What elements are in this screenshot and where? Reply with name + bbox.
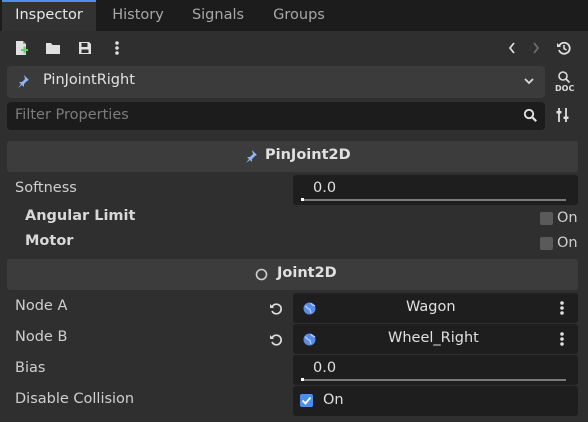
search-icon — [523, 108, 538, 127]
disable-collision-checkbox[interactable] — [300, 394, 313, 407]
inspector-panel: PinJointRight DOC Filter Properties PinJ… — [0, 31, 588, 422]
dock-tab-bar: Inspector History Signals Groups — [0, 0, 588, 31]
slider-grabber — [301, 378, 304, 381]
node-globe-icon — [302, 332, 317, 351]
more-vertical-icon[interactable] — [107, 38, 127, 58]
section-title: Joint2D — [277, 265, 337, 281]
motor-checkbox[interactable] — [540, 237, 553, 250]
bias-label: Bias — [15, 360, 46, 376]
chevron-down-icon[interactable] — [523, 75, 535, 91]
node-b-path-field[interactable]: Wheel_Right — [293, 324, 578, 354]
softness-label: Softness — [15, 180, 77, 196]
object-selector[interactable]: PinJointRight — [7, 66, 545, 98]
open-folder-icon[interactable] — [43, 38, 63, 58]
history-forward-icon[interactable] — [526, 38, 546, 58]
motor-on-label: On — [557, 235, 578, 251]
slider-track — [302, 379, 566, 381]
disable-collision-checkbox-field[interactable]: On — [293, 386, 578, 416]
bias-value: 0.0 — [313, 360, 337, 376]
angular-limit-checkbox[interactable] — [540, 212, 553, 225]
node-a-path-field[interactable]: Wagon — [293, 293, 578, 323]
doc-label: DOC — [555, 84, 575, 93]
motor-label: Motor — [25, 233, 74, 249]
node-circle-icon — [255, 268, 268, 285]
reload-icon[interactable] — [269, 333, 283, 351]
softness-slider[interactable]: 0.0 — [293, 175, 578, 205]
checkmark-icon — [301, 396, 312, 405]
node-a-label: Node A — [15, 298, 68, 314]
tab-history[interactable]: History — [100, 0, 176, 31]
filter-properties-input[interactable]: Filter Properties — [7, 102, 545, 130]
documentation-button[interactable]: DOC — [553, 69, 579, 97]
property-filter-options-icon[interactable] — [555, 107, 571, 127]
node-b-label: Node B — [15, 329, 68, 345]
disable-collision-on-label: On — [323, 392, 344, 408]
node-b-value: Wheel_Right — [388, 330, 479, 346]
disable-collision-label: Disable Collision — [15, 391, 135, 407]
section-header-joint2d[interactable]: Joint2D — [7, 259, 578, 290]
angular-limit-on-label: On — [557, 210, 578, 226]
slider-track — [302, 199, 566, 201]
save-icon[interactable] — [75, 38, 95, 58]
tab-inspector[interactable]: Inspector — [2, 0, 96, 31]
object-name: PinJointRight — [43, 72, 135, 88]
softness-value: 0.0 — [313, 180, 337, 196]
tab-groups[interactable]: Groups — [261, 0, 337, 31]
pin-icon — [244, 149, 258, 167]
tab-signals[interactable]: Signals — [180, 0, 256, 31]
slider-grabber — [301, 198, 304, 201]
new-resource-icon[interactable] — [11, 38, 31, 58]
history-back-icon[interactable] — [502, 38, 522, 58]
node-globe-icon — [302, 301, 317, 320]
node-a-value: Wagon — [406, 299, 456, 315]
section-title: PinJoint2D — [265, 147, 351, 163]
bias-slider[interactable]: 0.0 — [293, 355, 578, 385]
reload-icon[interactable] — [269, 302, 283, 320]
section-header-pinjoint2d[interactable]: PinJoint2D — [7, 141, 578, 172]
pin-icon — [16, 74, 30, 92]
angular-limit-label: Angular Limit — [25, 208, 136, 224]
filter-placeholder: Filter Properties — [15, 107, 129, 123]
more-vertical-icon[interactable] — [559, 331, 565, 351]
more-vertical-icon[interactable] — [559, 300, 565, 320]
recent-history-icon[interactable] — [554, 38, 574, 58]
